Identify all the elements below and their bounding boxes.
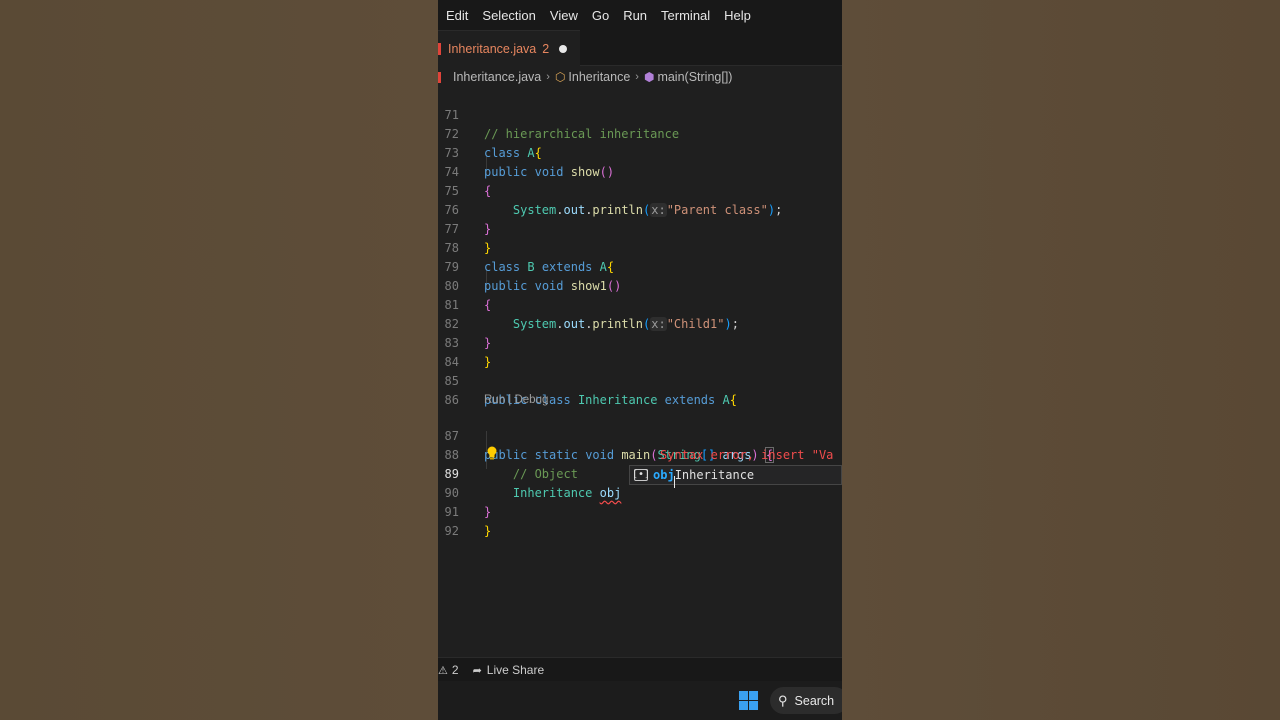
code-line: 71 // hierarchical inheritance (438, 87, 842, 141)
suggestion-widget[interactable]: [•] objInheritance (629, 465, 842, 485)
video-background-left (0, 0, 438, 720)
code-line: 81 System.out.println(x:"Child1"); (438, 277, 842, 331)
code-line: 86 (438, 372, 842, 407)
warning-icon: ⚠ (438, 664, 448, 677)
video-background-right (842, 0, 1280, 720)
chevron-right-icon: › (635, 71, 639, 83)
menu-edit[interactable]: Edit (446, 8, 468, 23)
class-icon: ⬡ (554, 70, 566, 84)
code-line: 73 public void show() (438, 125, 842, 179)
variable-icon: [•] (631, 469, 651, 481)
breadcrumb: Inheritance.java › ⬡ Inheritance › ⬢ mai… (438, 66, 842, 88)
live-share-icon: ➦ (472, 664, 482, 677)
code-line: 85 public class Inheritance extends A{ (438, 353, 842, 407)
java-file-icon (438, 71, 441, 83)
menu-view[interactable]: View (550, 8, 578, 23)
code-line: 80 { (438, 258, 842, 312)
tab-inheritance-java[interactable]: Inheritance.java 2 (438, 30, 580, 66)
live-share-button[interactable]: ➦ Live Share (473, 663, 545, 677)
code-line: 76 } (438, 182, 842, 236)
code-line: 87 public static void main(String[] args… (438, 408, 842, 463)
suggestion-item[interactable]: objInheritance (653, 468, 754, 482)
live-share-label: Live Share (486, 663, 545, 677)
menu-help[interactable]: Help (724, 8, 751, 23)
tab-label: Inheritance.java (448, 41, 537, 56)
code-line: 72 class A{ (438, 106, 842, 160)
windows-taskbar: ⚲ Search (438, 681, 842, 720)
chevron-right-icon: › (546, 71, 550, 83)
lightbulb-icon[interactable] (486, 446, 498, 460)
menu-go[interactable]: Go (592, 8, 609, 23)
code-line: 83 } (438, 315, 842, 369)
tab-problem-count: 2 (542, 41, 550, 56)
menu-terminal[interactable]: Terminal (661, 8, 710, 23)
problems-indicator[interactable]: ⚠ 2 (438, 663, 459, 677)
code-line: 77 } (438, 201, 842, 255)
code-line: 92 (438, 503, 842, 538)
code-line: 91 } (438, 484, 842, 538)
method-icon: ⬢ (643, 70, 655, 84)
line-number: 92 (444, 524, 459, 538)
code-line: 78 class B extends A{ (438, 220, 842, 274)
breadcrumb-class[interactable]: Inheritance (568, 70, 630, 84)
breadcrumb-file[interactable]: Inheritance.java (453, 70, 541, 84)
search-icon: ⚲ (778, 692, 788, 708)
mouse-ibeam-cursor (674, 476, 675, 488)
code-line: 74 { (438, 144, 842, 198)
java-file-icon (438, 42, 441, 55)
search-label: Search (794, 693, 835, 708)
code-line: 79 public void show1() (438, 239, 842, 293)
taskbar-search[interactable]: ⚲ Search (770, 687, 842, 714)
status-bar: ⚠ 2 ➦ Live Share (438, 657, 842, 682)
unsaved-dot-icon[interactable] (559, 44, 568, 53)
code-brace: { (729, 393, 737, 407)
code-line: 84 (438, 334, 842, 369)
code-type: A (722, 393, 730, 407)
suggestion-rest: Inheritance (674, 468, 755, 482)
breadcrumb-method[interactable]: main(String[]) (657, 70, 732, 84)
code-brace: } (484, 524, 492, 538)
menu-bar: Edit Selection View Go Run Terminal Help (438, 0, 842, 30)
problems-count: 2 (451, 663, 459, 677)
codelens-run-debug[interactable]: Run | Debug (484, 391, 548, 409)
menu-selection[interactable]: Selection (482, 8, 535, 23)
code-type: Inheritance (577, 393, 658, 407)
code-line: 88 // Object (438, 427, 842, 481)
windows-start-icon[interactable] (739, 691, 758, 710)
tab-bar: Inheritance.java 2 (438, 30, 842, 66)
inline-error-message: Syntax error, insert "Va (660, 448, 834, 462)
code-editor[interactable]: 71 // hierarchical inheritance 72 class … (438, 87, 842, 657)
vscode-window: Edit Selection View Go Run Terminal Help… (438, 0, 842, 720)
code-line: 75 System.out.println(x:"Parent class"); (438, 163, 842, 217)
menu-run[interactable]: Run (623, 8, 647, 23)
code-keyword: extends (664, 393, 716, 407)
code-line: 82 } (438, 296, 842, 350)
suggestion-match: obj (653, 468, 675, 482)
